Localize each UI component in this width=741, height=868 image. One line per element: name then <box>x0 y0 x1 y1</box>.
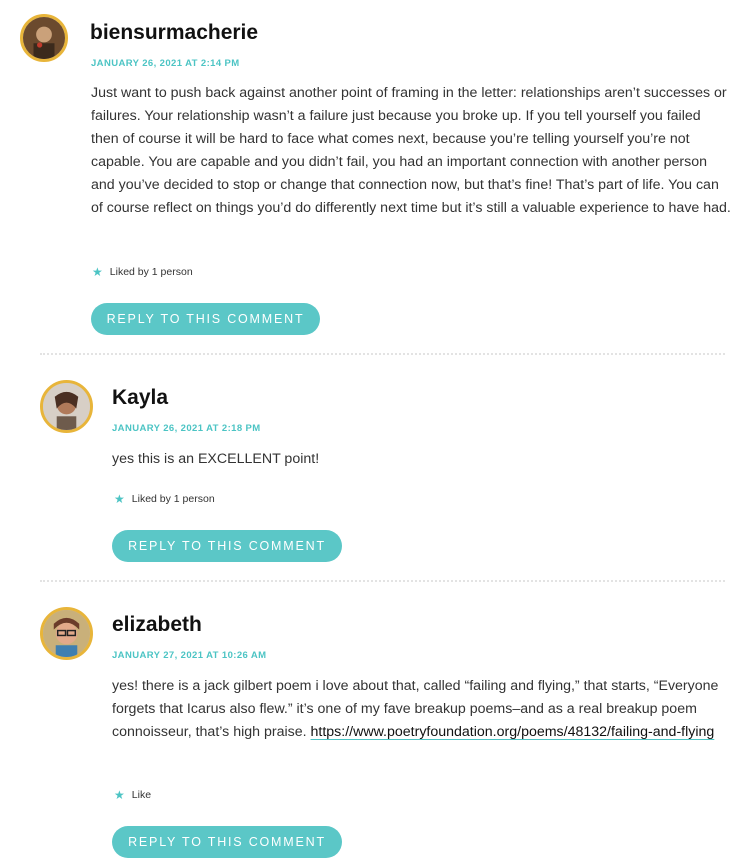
comment-body: Just want to push back against another p… <box>91 85 731 216</box>
likes-label: Liked by 1 person <box>131 493 215 505</box>
avatar[interactable] <box>20 14 68 62</box>
avatar[interactable] <box>40 607 93 660</box>
comment-divider <box>40 353 725 355</box>
likes-label: Liked by 1 person <box>109 266 193 278</box>
comment-date[interactable]: JANUARY 26, 2021 AT 2:18 PM <box>112 423 261 434</box>
likes-indicator[interactable]: ★ Liked by 1 person <box>92 266 193 278</box>
comment-author[interactable]: elizabeth <box>112 613 202 637</box>
like-button[interactable]: Like <box>132 789 151 801</box>
star-icon: ★ <box>114 492 125 506</box>
comment-date[interactable]: JANUARY 26, 2021 AT 2:14 PM <box>91 58 240 69</box>
comment-date[interactable]: JANUARY 27, 2021 AT 10:26 AM <box>112 650 266 661</box>
avatar[interactable] <box>40 380 93 433</box>
likes-indicator[interactable]: ★ Liked by 1 person <box>114 493 215 505</box>
comment-link[interactable]: https://www.poetryfoundation.org/poems/4… <box>311 724 715 740</box>
comment-author[interactable]: Kayla <box>112 386 168 410</box>
comment-body: yes! there is a jack gilbert poem i love… <box>112 675 727 744</box>
reply-button[interactable]: REPLY TO THIS COMMENT <box>112 826 342 858</box>
comment-body: yes this is an EXCELLENT point! <box>112 451 320 467</box>
reply-button[interactable]: REPLY TO THIS COMMENT <box>91 303 320 335</box>
comment-divider <box>40 580 725 582</box>
likes-indicator[interactable]: ★ Like <box>114 789 151 801</box>
star-icon: ★ <box>92 265 103 279</box>
reply-button[interactable]: REPLY TO THIS COMMENT <box>112 530 342 562</box>
comment-author[interactable]: biensurmacherie <box>90 21 258 45</box>
star-icon: ★ <box>114 788 125 802</box>
